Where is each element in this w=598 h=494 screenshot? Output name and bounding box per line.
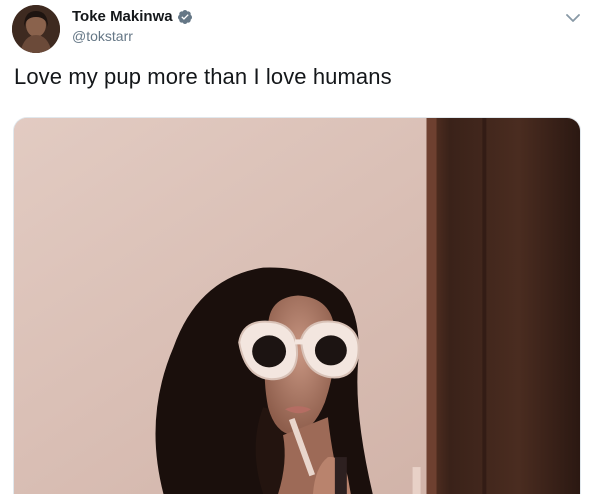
- avatar[interactable]: [12, 5, 60, 53]
- tweet-photo[interactable]: [13, 117, 581, 494]
- chevron-down-icon[interactable]: [566, 10, 580, 22]
- photo-woman-sunglasses: [14, 118, 580, 494]
- avatar-image: [12, 5, 60, 53]
- tweet-text: Love my pup more than I love humans: [14, 64, 392, 89]
- tweet-card[interactable]: Toke Makinwa @tokstarr Love my pup more …: [0, 0, 598, 494]
- display-name[interactable]: Toke Makinwa: [72, 8, 173, 25]
- user-handle[interactable]: @tokstarr: [72, 28, 133, 44]
- verified-badge-icon: [177, 9, 193, 25]
- author-name-row[interactable]: Toke Makinwa: [72, 8, 193, 25]
